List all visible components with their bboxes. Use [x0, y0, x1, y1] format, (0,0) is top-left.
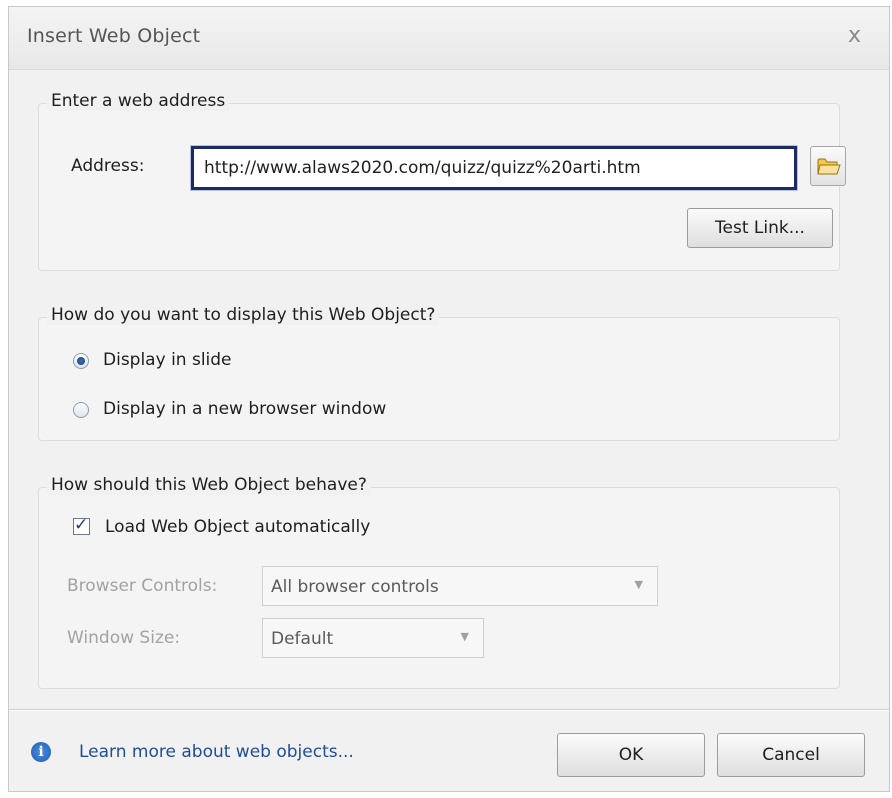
insert-web-object-dialog: Insert Web Object x Enter a web address … — [8, 6, 890, 792]
window-size-select[interactable]: Default ▼ — [262, 618, 484, 658]
display-new-window-label[interactable]: Display in a new browser window — [103, 399, 386, 419]
display-in-slide-radio[interactable] — [73, 353, 89, 369]
address-input[interactable]: http://www.alaws2020.com/quizz/quizz%20a… — [191, 146, 797, 190]
dialog-title: Insert Web Object — [27, 25, 201, 47]
learn-more-link[interactable]: Learn more about web objects... — [79, 742, 354, 762]
ok-button[interactable]: OK — [557, 733, 705, 777]
display-group: How do you want to display this Web Obje… — [38, 305, 840, 441]
behave-group: How should this Web Object behave? ✓ Loa… — [38, 475, 840, 689]
browser-controls-select[interactable]: All browser controls ▼ — [262, 566, 658, 606]
title-bar[interactable]: Insert Web Object x — [9, 7, 889, 70]
browse-button[interactable] — [810, 146, 846, 186]
display-group-legend: How do you want to display this Web Obje… — [47, 305, 440, 325]
close-icon[interactable]: x — [848, 23, 861, 48]
display-new-window-radio[interactable] — [73, 402, 89, 418]
address-label: Address: — [71, 156, 145, 176]
load-automatically-checkbox[interactable]: ✓ — [73, 515, 90, 535]
display-in-slide-label[interactable]: Display in slide — [103, 350, 232, 370]
window-size-label: Window Size: — [67, 628, 181, 648]
chevron-down-icon: ▼ — [634, 578, 643, 591]
address-group-legend: Enter a web address — [47, 91, 230, 111]
load-automatically-label[interactable]: Load Web Object automatically — [105, 517, 370, 537]
folder-icon — [817, 158, 841, 175]
radio-selected-dot — [77, 357, 85, 365]
browser-controls-label: Browser Controls: — [67, 576, 218, 596]
check-icon: ✓ — [74, 515, 89, 535]
footer-divider — [9, 709, 889, 711]
cancel-button[interactable]: Cancel — [717, 733, 865, 777]
browser-controls-value: All browser controls — [271, 577, 439, 597]
behave-group-legend: How should this Web Object behave? — [47, 475, 371, 495]
address-group: Enter a web address Address: http://www.… — [38, 91, 846, 271]
info-icon: i — [31, 742, 51, 762]
test-link-button[interactable]: Test Link... — [687, 208, 833, 248]
window-size-value: Default — [271, 629, 334, 649]
chevron-down-icon: ▼ — [460, 630, 469, 643]
